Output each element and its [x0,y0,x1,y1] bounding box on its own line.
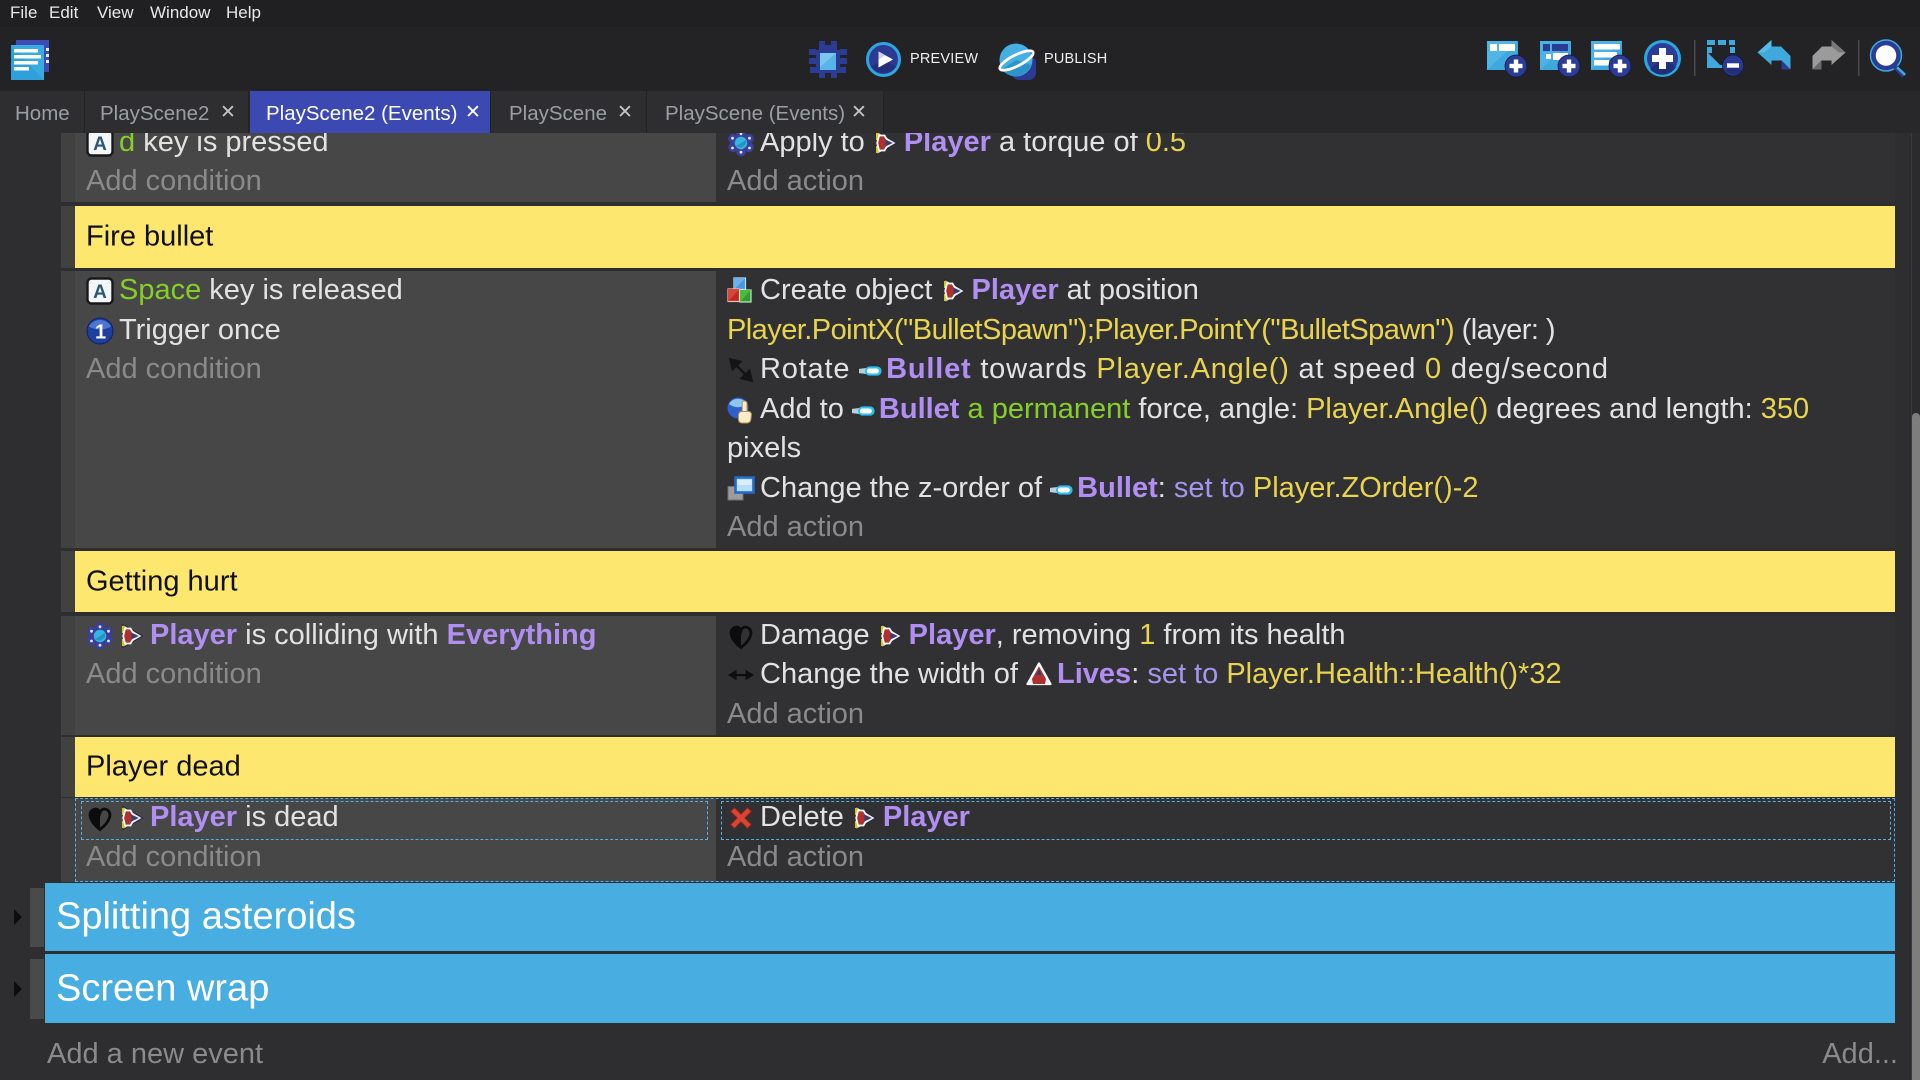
svg-text:A: A [93,134,107,155]
svg-text:1: 1 [95,321,106,343]
svg-text:A: A [93,282,107,303]
